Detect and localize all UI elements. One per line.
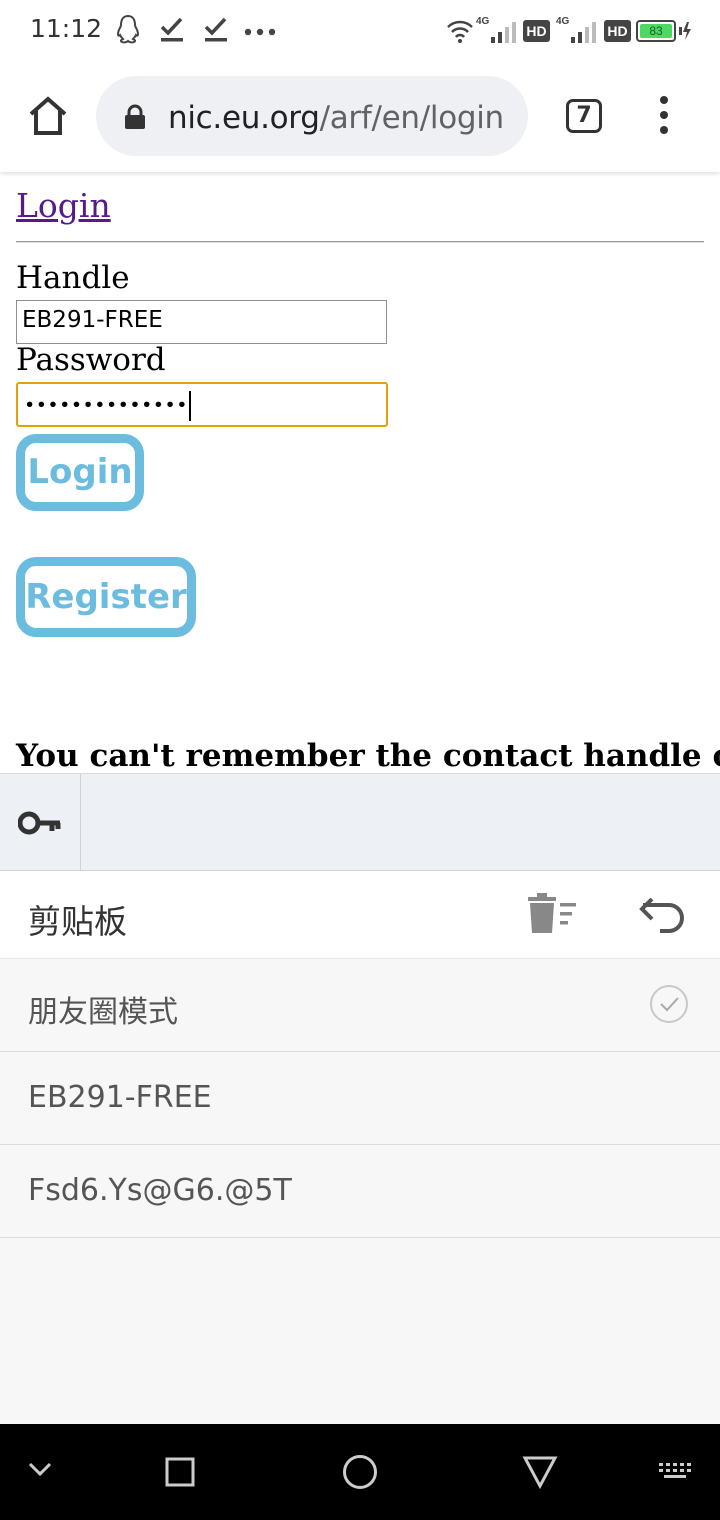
keyboard-icon[interactable] bbox=[658, 1462, 692, 1485]
navigation-bar bbox=[0, 1424, 720, 1520]
hd-badge: HD bbox=[523, 20, 550, 42]
password-key-button[interactable] bbox=[0, 774, 81, 871]
signal-icon bbox=[490, 20, 518, 49]
tab-switcher-button[interactable]: 7 bbox=[566, 99, 602, 133]
clipboard-item-text: 朋友圈模式 bbox=[28, 995, 178, 1030]
status-time: 11:12 bbox=[30, 14, 103, 43]
key-icon bbox=[17, 810, 62, 841]
hide-keyboard-icon[interactable] bbox=[28, 1462, 52, 1483]
clear-clipboard-icon[interactable] bbox=[526, 893, 578, 940]
url-text: nic.eu.org/arf/en/login bbox=[168, 100, 504, 136]
divider bbox=[16, 241, 704, 243]
battery-level: 83 bbox=[640, 24, 672, 38]
lock-icon bbox=[124, 104, 146, 135]
home-circle-icon[interactable] bbox=[342, 1454, 378, 1495]
back-triangle-icon[interactable] bbox=[522, 1455, 558, 1494]
status-bar: 11:12 4G HD 4G HD 83 bbox=[0, 0, 720, 62]
url-path: /arf/en/login bbox=[319, 100, 505, 136]
clipboard-item[interactable]: Fsd6.Ys@G6.@5T bbox=[0, 1145, 720, 1238]
register-button[interactable]: Register bbox=[16, 557, 196, 637]
password-input[interactable]: •••••••••••••• bbox=[16, 382, 388, 427]
text-caret bbox=[188, 391, 191, 421]
password-mask: •••••••••••••• bbox=[24, 394, 188, 417]
browser-toolbar: nic.eu.org/arf/en/login 7 bbox=[0, 62, 720, 172]
clipboard-title: 剪贴板 bbox=[28, 902, 127, 941]
network-type-label: 4G bbox=[476, 16, 490, 27]
recents-icon[interactable] bbox=[165, 1457, 195, 1492]
charging-icon bbox=[679, 21, 691, 46]
login-button[interactable]: Login bbox=[16, 434, 144, 511]
qq-penguin-icon bbox=[114, 14, 142, 51]
handle-label: Handle bbox=[16, 260, 130, 296]
download-done-icon-2 bbox=[203, 16, 229, 49]
clipboard-item[interactable]: 朋友圈模式 bbox=[0, 959, 720, 1052]
url-bar[interactable]: nic.eu.org/arf/en/login bbox=[96, 76, 528, 156]
handle-input[interactable]: EB291-FREE bbox=[16, 300, 387, 344]
hd-badge-2: HD bbox=[604, 20, 631, 42]
signal-icon-2 bbox=[570, 20, 598, 49]
url-host: nic.eu.org bbox=[168, 100, 320, 136]
web-page: Login Handle EB291-FREE Password •••••••… bbox=[0, 172, 720, 774]
clipboard-item-text: Fsd6.Ys@G6.@5T bbox=[28, 1173, 292, 1208]
clipboard-header: 剪贴板 bbox=[0, 871, 720, 959]
wifi-icon bbox=[446, 18, 474, 49]
login-link[interactable]: Login bbox=[16, 186, 111, 225]
check-circle-icon[interactable] bbox=[649, 984, 689, 1029]
keyboard-toolbar bbox=[0, 773, 720, 871]
home-icon[interactable] bbox=[26, 94, 70, 138]
network-type-label-2: 4G bbox=[556, 16, 570, 27]
forgot-handle-heading: You can't remember the contact handle or bbox=[16, 738, 720, 774]
download-done-icon bbox=[159, 16, 185, 49]
more-notifications-icon bbox=[244, 24, 276, 42]
battery-icon: 83 bbox=[636, 20, 676, 42]
more-menu-icon[interactable] bbox=[650, 96, 678, 140]
clipboard-item-text: EB291-FREE bbox=[28, 1080, 212, 1115]
password-label: Password bbox=[16, 342, 166, 378]
clipboard-item[interactable]: EB291-FREE bbox=[0, 1052, 720, 1145]
back-icon[interactable] bbox=[638, 895, 686, 940]
clipboard-panel: 剪贴板 朋友圈模式 EB291-FREE Fsd6.Ys@G6.@5T bbox=[0, 871, 720, 1424]
